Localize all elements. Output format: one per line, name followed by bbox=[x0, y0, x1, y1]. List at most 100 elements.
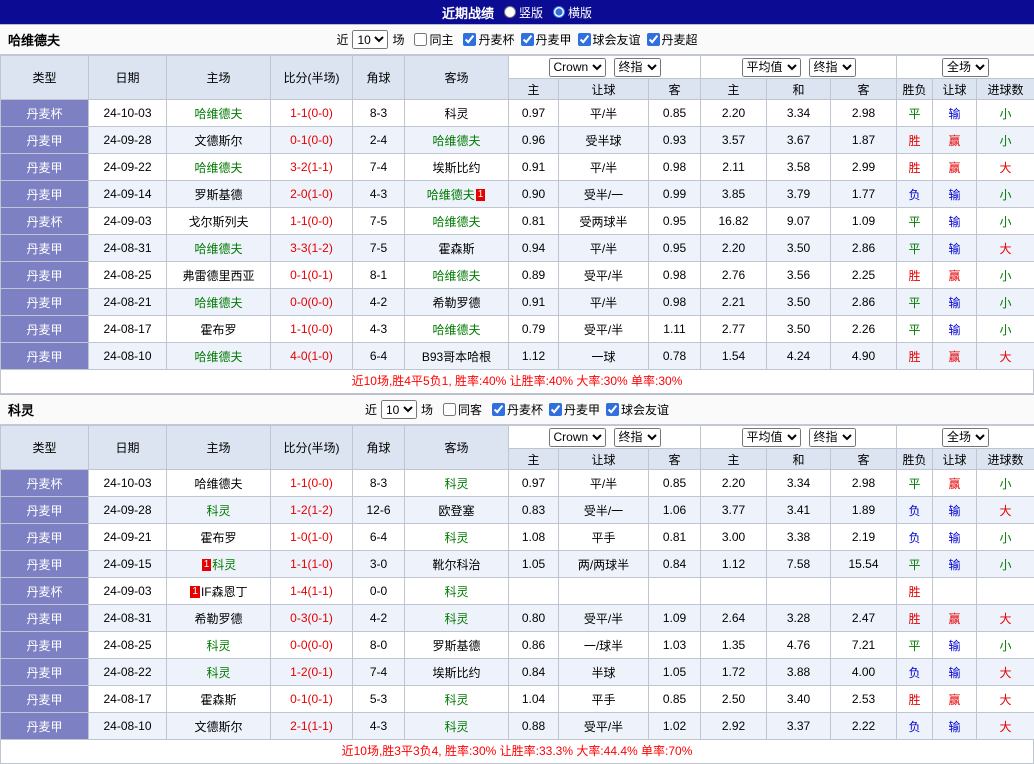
league-label: 丹麦杯 bbox=[507, 401, 543, 418]
asian-handicap-cell bbox=[559, 578, 649, 605]
col-header-asian-handicap: 让球 bbox=[559, 449, 649, 470]
match-row: 丹麦甲24-09-22哈维德夫3-2(1-1)7-4埃斯比约0.91平/半0.9… bbox=[1, 154, 1034, 181]
asian-away-odds-cell: 0.95 bbox=[649, 208, 701, 235]
same-venue-filter[interactable]: 同客 bbox=[437, 401, 482, 418]
col-header-type: 类型 bbox=[1, 56, 89, 100]
home-team-cell: 弗雷德里西亚 bbox=[167, 262, 271, 289]
league-checkbox[interactable] bbox=[521, 33, 534, 46]
euro-home-odds-cell: 1.12 bbox=[701, 551, 767, 578]
col-header-asian-home: 主 bbox=[509, 79, 559, 100]
scope-select[interactable]: 全场 bbox=[942, 428, 989, 447]
match-type-cell: 丹麦杯 bbox=[1, 208, 89, 235]
team-text: 文德斯尔 bbox=[194, 134, 242, 148]
same-venue-label: 同主 bbox=[429, 31, 453, 48]
euro-away-odds-cell: 15.54 bbox=[831, 551, 897, 578]
euro-home-odds-cell: 2.20 bbox=[701, 235, 767, 262]
handicap-result-cell: 输 bbox=[933, 524, 977, 551]
league-filter[interactable]: 丹麦杯 bbox=[457, 31, 514, 48]
euro-final-select[interactable]: 终指 bbox=[809, 58, 856, 77]
corner-cell: 12-6 bbox=[353, 497, 405, 524]
goals-result-cell: 大 bbox=[977, 497, 1034, 524]
league-checkbox[interactable] bbox=[606, 403, 619, 416]
euro-draw-odds-cell: 3.79 bbox=[767, 181, 831, 208]
score-cell: 3-3(1-2) bbox=[271, 235, 353, 262]
match-date-cell: 24-09-22 bbox=[89, 154, 167, 181]
league-label: 丹麦甲 bbox=[536, 31, 572, 48]
euro-away-odds-cell bbox=[831, 578, 897, 605]
match-type-cell: 丹麦甲 bbox=[1, 127, 89, 154]
euro-away-odds-cell: 7.21 bbox=[831, 632, 897, 659]
league-filter[interactable]: 丹麦超 bbox=[641, 31, 698, 48]
odds-provider-select[interactable]: Crown bbox=[549, 58, 606, 77]
match-row: 丹麦甲24-08-31哈维德夫3-3(1-2)7-5霍森斯0.94平/半0.95… bbox=[1, 235, 1034, 262]
handicap-result-cell: 输 bbox=[933, 497, 977, 524]
league-filter[interactable]: 丹麦甲 bbox=[543, 401, 600, 418]
euro-home-odds-cell: 2.77 bbox=[701, 316, 767, 343]
games-label: 场 bbox=[421, 401, 433, 418]
euro-draw-odds-cell: 3.50 bbox=[767, 235, 831, 262]
same-venue-checkbox[interactable] bbox=[443, 403, 456, 416]
score-cell: 0-0(0-0) bbox=[271, 632, 353, 659]
away-team-cell: 希勒罗德 bbox=[405, 289, 509, 316]
euro-avg-select[interactable]: 平均值 bbox=[742, 428, 801, 447]
match-row: 丹麦甲24-08-10文德斯尔2-1(1-1)4-3科灵0.88受平/半1.02… bbox=[1, 713, 1034, 740]
euro-avg-select[interactable]: 平均值 bbox=[742, 58, 801, 77]
same-venue-filter[interactable]: 同主 bbox=[408, 31, 453, 48]
scope-select[interactable]: 全场 bbox=[942, 58, 989, 77]
euro-draw-odds-cell: 3.37 bbox=[767, 713, 831, 740]
odds-final-select[interactable]: 终指 bbox=[614, 58, 661, 77]
col-header-handicap-result: 让球 bbox=[933, 449, 977, 470]
asian-home-odds-cell: 0.88 bbox=[509, 713, 559, 740]
match-row: 丹麦杯24-09-031IF森恩丁1-4(1-1)0-0科灵胜 bbox=[1, 578, 1034, 605]
asian-home-odds-cell: 0.90 bbox=[509, 181, 559, 208]
euro-home-odds-cell: 3.57 bbox=[701, 127, 767, 154]
away-team-cell: 靴尔科治 bbox=[405, 551, 509, 578]
col-header-corner: 角球 bbox=[353, 56, 405, 100]
layout-vertical-option[interactable]: 竖版 bbox=[504, 4, 543, 21]
same-venue-checkbox[interactable] bbox=[414, 33, 427, 46]
odds-final-select[interactable]: 终指 bbox=[614, 428, 661, 447]
league-checkbox[interactable] bbox=[549, 403, 562, 416]
match-type-cell: 丹麦甲 bbox=[1, 154, 89, 181]
match-count-select[interactable]: 10 bbox=[352, 30, 388, 49]
col-header-euro-home: 主 bbox=[701, 79, 767, 100]
euro-final-select[interactable]: 终指 bbox=[809, 428, 856, 447]
euro-draw-odds-cell: 3.38 bbox=[767, 524, 831, 551]
league-filter[interactable]: 丹麦甲 bbox=[515, 31, 572, 48]
match-type-cell: 丹麦甲 bbox=[1, 235, 89, 262]
euro-draw-odds-cell: 3.28 bbox=[767, 605, 831, 632]
team-text: 哈维德夫 bbox=[432, 269, 480, 283]
col-header-date: 日期 bbox=[89, 426, 167, 470]
league-label: 球会友谊 bbox=[593, 31, 641, 48]
league-checkbox[interactable] bbox=[578, 33, 591, 46]
handicap-result-cell: 赢 bbox=[933, 154, 977, 181]
match-type-cell: 丹麦甲 bbox=[1, 497, 89, 524]
league-checkbox[interactable] bbox=[463, 33, 476, 46]
col-header-euro-away: 客 bbox=[831, 79, 897, 100]
handicap-result-cell: 输 bbox=[933, 100, 977, 127]
euro-odds-group-header: 平均值终指 bbox=[701, 56, 897, 79]
home-team-cell: 霍森斯 bbox=[167, 686, 271, 713]
euro-draw-odds-cell: 3.88 bbox=[767, 659, 831, 686]
euro-away-odds-cell: 1.09 bbox=[831, 208, 897, 235]
home-team-cell: 哈维德夫 bbox=[167, 343, 271, 370]
match-count-select[interactable]: 10 bbox=[381, 400, 417, 419]
euro-away-odds-cell: 2.19 bbox=[831, 524, 897, 551]
col-header-result: 胜负 bbox=[897, 79, 933, 100]
odds-provider-select[interactable]: Crown bbox=[549, 428, 606, 447]
league-filter[interactable]: 丹麦杯 bbox=[486, 401, 543, 418]
league-filter[interactable]: 球会友谊 bbox=[572, 31, 641, 48]
asian-handicap-cell: 受平/半 bbox=[559, 262, 649, 289]
home-team-cell: 哈维德夫 bbox=[167, 154, 271, 181]
team-text: 科灵 bbox=[206, 639, 230, 653]
layout-horizontal-option[interactable]: 横版 bbox=[553, 4, 592, 21]
handicap-result-cell: 赢 bbox=[933, 686, 977, 713]
col-header-away: 客场 bbox=[405, 56, 509, 100]
handicap-result-cell: 赢 bbox=[933, 605, 977, 632]
league-checkbox[interactable] bbox=[647, 33, 660, 46]
league-checkbox[interactable] bbox=[492, 403, 505, 416]
col-header-away: 客场 bbox=[405, 426, 509, 470]
horizontal-radio[interactable] bbox=[553, 6, 565, 18]
league-filter[interactable]: 球会友谊 bbox=[600, 401, 669, 418]
vertical-radio[interactable] bbox=[504, 6, 516, 18]
